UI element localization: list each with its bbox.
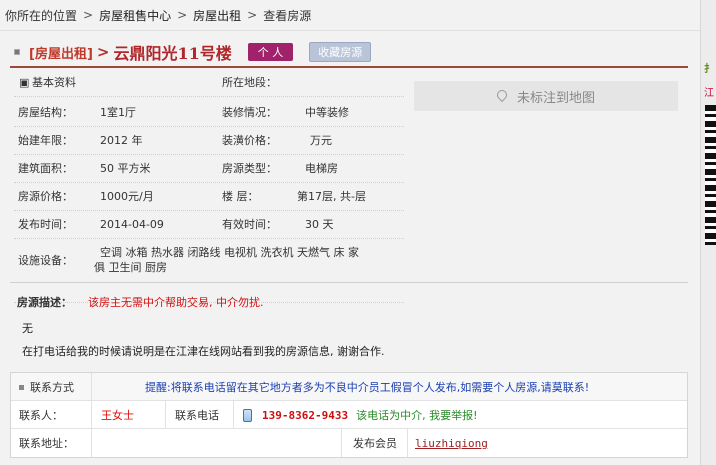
structure-value: 1室1厅 (100, 106, 136, 119)
property-type-value: 电梯房 (305, 162, 338, 175)
row-divider (14, 126, 404, 127)
listing-type-tag: [房屋出租] (29, 46, 93, 62)
cell-divider (91, 373, 92, 401)
publish-date-value: 2014-04-09 (100, 217, 164, 231)
description-body: 无 (22, 322, 33, 335)
address-label: 联系地址： (19, 437, 74, 450)
valid-period-label: 有效时间： (222, 218, 277, 231)
price-value: 1000元/月 (100, 190, 154, 203)
contact-section-title: 联系方式 (19, 373, 74, 401)
district-label: 所在地段： (222, 76, 277, 89)
breadcrumb-current: 查看房源 (263, 8, 312, 23)
facility-line-2: 俱 卫生间 厨房 (94, 261, 167, 274)
cell-divider (91, 429, 92, 457)
breadcrumb: 你所在的位置 > 房屋租售中心 > 房屋出租 > 查看房源 (0, 0, 700, 31)
description-divider (10, 282, 688, 283)
row-divider (14, 238, 404, 239)
decoration-value: 中等装修 (305, 106, 349, 119)
area-value: 50 平方米 (100, 162, 151, 175)
no-agent-note: 该房主无需中介帮助交易, 中介勿扰. (88, 296, 264, 309)
year-built-label: 始建年限： (18, 134, 73, 147)
contact-table: 联系方式 提醒:将联系电话留在其它地方者多为不良中介员工假冒个人发布,如需要个人… (10, 372, 688, 458)
property-type-label: 房源类型： (222, 162, 277, 175)
map-location-button[interactable]: 未标注到地图 (414, 81, 678, 111)
breadcrumb-separator: > (247, 8, 258, 22)
decoration-price-label: 装潢价格： (222, 134, 277, 147)
breadcrumb-separator: > (177, 8, 188, 22)
contact-header-row: 联系方式 提醒:将联系电话留在其它地方者多为不良中介员工假冒个人发布,如需要个人… (11, 373, 687, 401)
listing-main: [房屋出租] > 云鼎阳光11号楼 个 人 收藏房源 ▣ 基本资料 所在地段： … (0, 32, 700, 465)
scam-notice-text: 提醒:将联系电话留在其它地方者多为不良中介员工假冒个人发布,如需要个人房源,请莫… (145, 381, 590, 394)
decoration-price-value: 万元 (310, 134, 332, 147)
sidebar-edge-mark: 扌 (704, 64, 714, 75)
listing-title-row: [房屋出租] > 云鼎阳光11号楼 个 人 收藏房源 (14, 40, 372, 64)
row-divider (14, 182, 404, 183)
member-cell: liuzhiqiong (415, 429, 488, 457)
member-link[interactable]: liuzhiqiong (415, 437, 488, 450)
contact-person-label: 联系人： (19, 409, 63, 422)
row-divider (14, 210, 404, 211)
cell-divider (91, 401, 92, 429)
area-label: 建筑面积： (18, 162, 73, 175)
section-bullet-icon: ▣ (19, 75, 30, 89)
personal-badge: 个 人 (247, 43, 294, 61)
call-tip: 在打电话给我的时候请说明是在江津在线网站看到我的房源信息, 谢谢合作. (22, 345, 385, 358)
title-bullet-icon (14, 49, 20, 55)
phone-number: 139-8362-9433 (262, 408, 349, 422)
phone-icon (243, 408, 252, 422)
map-pin-icon (494, 87, 510, 102)
title-divider (10, 66, 688, 68)
breadcrumb-prefix: 你所在的位置 (5, 8, 78, 23)
scam-notice: 提醒:将联系电话留在其它地方者多为不良中介员工假冒个人发布,如需要个人房源,请莫… (145, 373, 589, 401)
map-button-label: 未标注到地图 (516, 90, 595, 106)
row-divider (14, 154, 404, 155)
sidebar-edge-mark: 江 (704, 88, 714, 99)
cell-divider (341, 429, 342, 457)
listing-title: 云鼎阳光11号楼 (113, 44, 232, 63)
price-label: 房源价格： (18, 190, 73, 203)
phone-cell: 139-8362-9433 该电话为中介, 我要举报! (243, 401, 478, 429)
breadcrumb-separator: > (83, 8, 94, 22)
structure-label: 房屋结构： (18, 106, 73, 119)
section-bullet-icon (19, 384, 24, 390)
contact-section-label: 联系方式 (30, 381, 74, 394)
decoration-label: 装修情况： (222, 106, 277, 119)
cell-divider (165, 401, 166, 429)
report-agent-link[interactable]: 该电话为中介, 我要举报! (356, 407, 477, 423)
breadcrumb-house-rental[interactable]: 房屋出租 (193, 7, 241, 24)
favorite-listing-button[interactable]: 收藏房源 (309, 42, 372, 62)
publish-date-label: 发布时间： (18, 218, 73, 231)
phone-label: 联系电话 (175, 409, 219, 422)
contact-person-row: 联系人： 王女士 联系电话 139-8362-9433 该电话为中介, 我要举报… (11, 401, 687, 429)
year-built-value: 2012 年 (100, 134, 143, 147)
cell-divider (233, 401, 234, 429)
breadcrumb-rental-center[interactable]: 房屋租售中心 (99, 7, 171, 24)
description-label: 房源描述： (17, 296, 72, 309)
member-label: 发布会员 (353, 437, 397, 450)
basic-info-label: 基本资料 (32, 76, 76, 89)
row-divider (14, 96, 404, 97)
floor-label: 楼 层： (222, 190, 259, 203)
facility-line-1: 空调 冰箱 热水器 闭路线 电视机 洗衣机 天燃气 床 家 (100, 246, 359, 259)
contact-person-value: 王女士 (101, 409, 134, 422)
contact-address-row: 联系地址： 发布会员 liuzhiqiong (11, 429, 687, 457)
facility-label: 设施设备： (18, 254, 73, 267)
valid-period-value: 30 天 (305, 218, 334, 231)
floor-value: 第17层, 共-层 (297, 190, 366, 203)
title-arrow: > (96, 43, 110, 61)
cell-divider (407, 429, 408, 457)
qr-code-image (705, 105, 716, 245)
